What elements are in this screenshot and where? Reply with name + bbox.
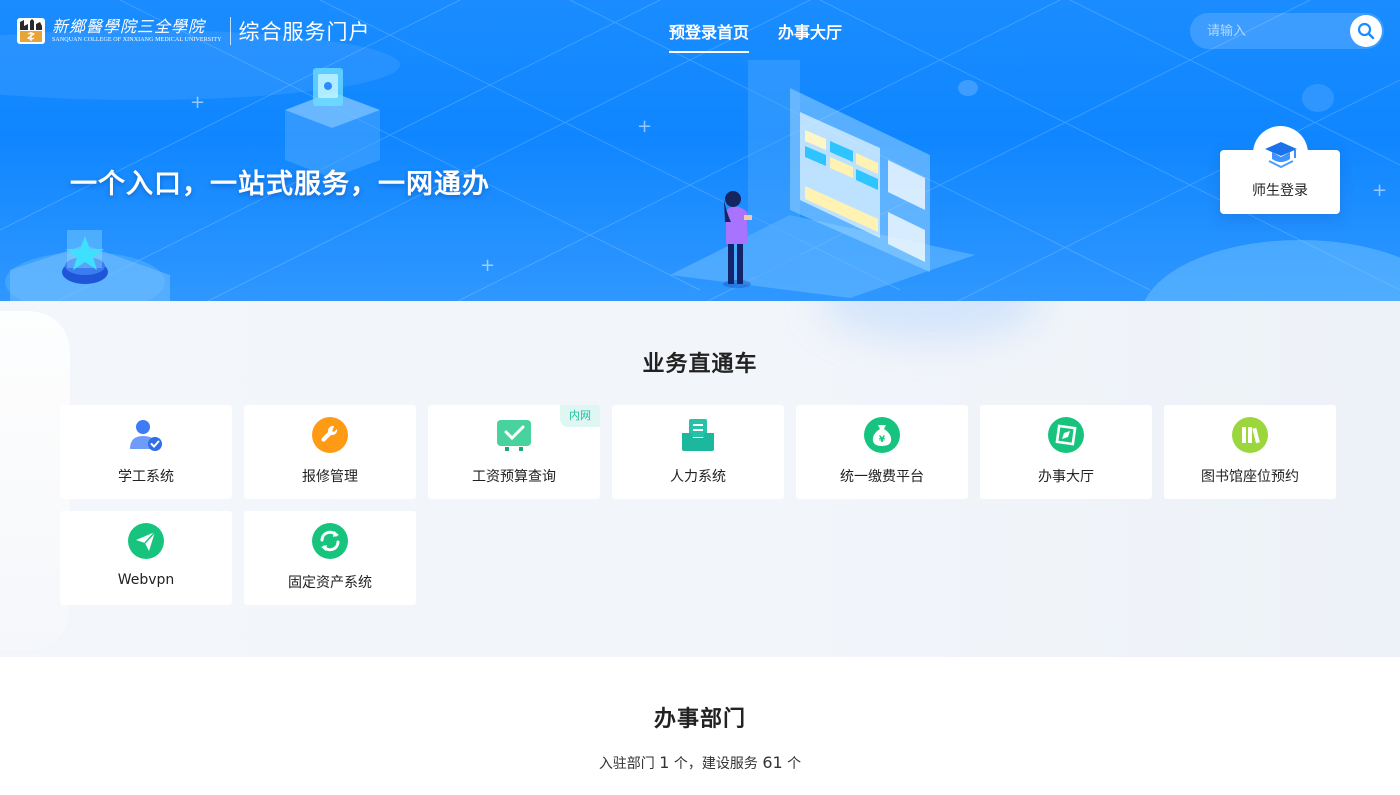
paper-plane-icon	[128, 523, 164, 559]
plus-decoration: +	[1372, 180, 1388, 201]
service-card-fixed-assets[interactable]: 固定资产系统	[244, 511, 416, 605]
student-user-icon	[130, 420, 162, 451]
refresh-icon	[312, 523, 348, 559]
nav-service-hall[interactable]: 办事大厅	[778, 19, 842, 53]
monitor-check-icon	[497, 420, 531, 451]
intranet-badge: 内网	[560, 405, 600, 427]
plus-decoration: +	[480, 255, 496, 276]
service-card-label: Webvpn	[117, 572, 175, 588]
search-button[interactable]	[1350, 15, 1382, 47]
service-card-salary-budget[interactable]: 工资预算查询 内网	[428, 405, 600, 499]
books-icon	[1232, 417, 1268, 453]
departments-section-title: 办事部门	[653, 707, 746, 732]
plus-decoration: +	[637, 116, 653, 137]
service-card-label: 固定资产系统	[288, 575, 372, 591]
search-input[interactable]	[1190, 13, 1348, 49]
service-count: 61	[762, 753, 783, 772]
service-card-label: 报修管理	[302, 469, 358, 485]
college-name: 新鄉醫學院三全學院 SANQUAN COLLEGE OF XINXIANG ME…	[52, 18, 222, 44]
hero-banner: + + + + 新鄉醫學院三全學院 SANQUAN COLLEGE OF XIN…	[0, 0, 1400, 301]
graduation-cap-icon	[1264, 141, 1297, 168]
portal-title: 综合服务门户	[238, 20, 371, 44]
service-card-unified-payment[interactable]: ¥ 统一缴费平台	[796, 405, 968, 499]
college-name-en: SANQUAN COLLEGE OF XINXIANG MEDICAL UNIV…	[52, 37, 222, 43]
department-count: 1	[659, 753, 670, 772]
service-card-webvpn[interactable]: Webvpn	[60, 511, 232, 605]
search-icon	[1357, 22, 1375, 40]
departments-text: 入驻部门	[598, 756, 655, 772]
service-card-service-hall[interactable]: 办事大厅	[980, 405, 1152, 499]
service-card-label: 统一缴费平台	[840, 469, 924, 485]
background-glow	[820, 301, 1040, 341]
service-card-label: 学工系统	[118, 469, 174, 485]
login-badge	[1253, 126, 1308, 181]
compass-icon	[1048, 417, 1084, 453]
service-card-label: 人力系统	[670, 469, 726, 485]
service-card-hr[interactable]: 人力系统	[612, 405, 784, 499]
plus-decoration: +	[190, 92, 206, 113]
college-name-cn: 新鄉醫學院三全學院	[52, 17, 206, 36]
service-card-label: 办事大厅	[1038, 469, 1094, 485]
hero-slogan: 一个入口，一站式服务，一网通办	[70, 169, 490, 200]
svg-text:¥: ¥	[879, 435, 886, 445]
money-bag-icon: ¥	[864, 417, 900, 453]
service-card-label: 工资预算查询	[472, 469, 556, 485]
service-card-label: 图书馆座位预约	[1201, 469, 1299, 485]
service-card-student-affairs[interactable]: 学工系统	[60, 405, 232, 499]
departments-summary: 入驻部门 1 个，建设服务 61 个	[0, 753, 1400, 773]
inbox-icon	[682, 419, 714, 451]
logo-divider	[229, 17, 231, 45]
wrench-icon	[312, 417, 348, 453]
service-card-library-seat[interactable]: 图书馆座位预约	[1164, 405, 1336, 499]
college-emblem-icon	[17, 18, 45, 44]
nav-prelogin-home[interactable]: 预登录首页	[669, 19, 750, 53]
business-section: 业务直通车 学工系统 报修管理 工资预算查询 内网 人力系统 ¥ 统一缴费平台 …	[0, 301, 1400, 657]
business-section-title: 业务直通车	[642, 352, 758, 377]
login-label: 师生登录	[1252, 183, 1308, 199]
departments-text: 个	[787, 756, 802, 772]
service-card-repair[interactable]: 报修管理	[244, 405, 416, 499]
college-logo[interactable]: 新鄉醫學院三全學院 SANQUAN COLLEGE OF XINXIANG ME…	[16, 14, 371, 48]
teacher-student-login-button[interactable]: 师生登录	[1220, 126, 1340, 214]
search-box	[1190, 13, 1384, 49]
main-nav: 预登录首页 办事大厅	[669, 19, 842, 53]
departments-text: 个，建设服务	[673, 756, 758, 772]
